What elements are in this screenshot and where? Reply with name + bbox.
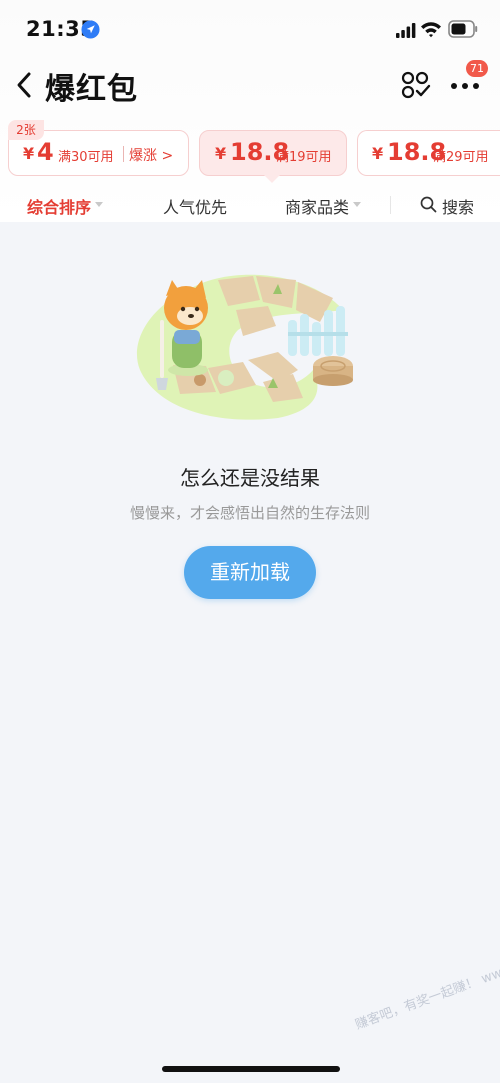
coupon-amount: 4 <box>37 138 54 166</box>
coupon-currency: ¥ <box>372 144 384 163</box>
status-bar: 21:35 <box>0 0 500 58</box>
coupon-boost-link[interactable]: 爆涨 > <box>129 145 173 165</box>
coupon-currency: ¥ <box>215 144 227 163</box>
coupon-count-tag: 2张 <box>8 120 44 140</box>
page-title: 爆红包 <box>45 72 138 107</box>
coupon-currency: ¥ <box>23 144 35 163</box>
home-indicator[interactable] <box>162 1066 340 1072</box>
coupon-condition: 满29可用 <box>433 150 489 165</box>
coupon-divider <box>123 146 124 162</box>
more-dots-icon[interactable] <box>448 74 482 94</box>
search-icon[interactable] <box>420 196 437 213</box>
sort-divider <box>390 196 391 214</box>
back-chevron-icon[interactable] <box>14 70 36 100</box>
sort-popularity[interactable]: 人气优先 <box>163 194 227 218</box>
coupon-condition: 满19可用 <box>276 150 332 165</box>
empty-state-subtitle: 慢慢来，才会感悟出自然的生存法则 <box>129 504 370 522</box>
caret-down-icon <box>353 202 361 207</box>
selected-coupon-pointer <box>264 175 280 183</box>
sort-merchant-category[interactable]: 商家品类 <box>285 194 349 218</box>
coupon-card-3[interactable]: ¥ 18.8 满29可用 <box>357 130 500 176</box>
watermark: 赚客吧，有奖一起赚！ www.zuanke8.com <box>353 931 500 1033</box>
message-count-badge: 71 <box>466 60 488 77</box>
sort-bar: 综合排序 人气优先 商家品类 搜索 <box>0 186 500 222</box>
coupon-card-2[interactable]: ¥ 18.8 满19可用 <box>199 130 347 176</box>
sort-comprehensive[interactable]: 综合排序 <box>27 194 91 218</box>
coupon-condition: 满30可用 <box>58 150 114 165</box>
caret-down-icon <box>95 202 103 207</box>
battery-icon <box>448 20 478 38</box>
location-arrow-icon <box>81 20 100 39</box>
reload-button[interactable]: 重新加载 <box>184 546 316 599</box>
wifi-icon <box>421 22 441 38</box>
empty-state-illustration <box>136 274 353 420</box>
search-label[interactable]: 搜索 <box>442 194 474 218</box>
empty-state-title: 怎么还是没结果 <box>180 466 320 490</box>
cellular-signal-icon <box>396 23 416 38</box>
grid-check-icon[interactable] <box>401 71 431 99</box>
